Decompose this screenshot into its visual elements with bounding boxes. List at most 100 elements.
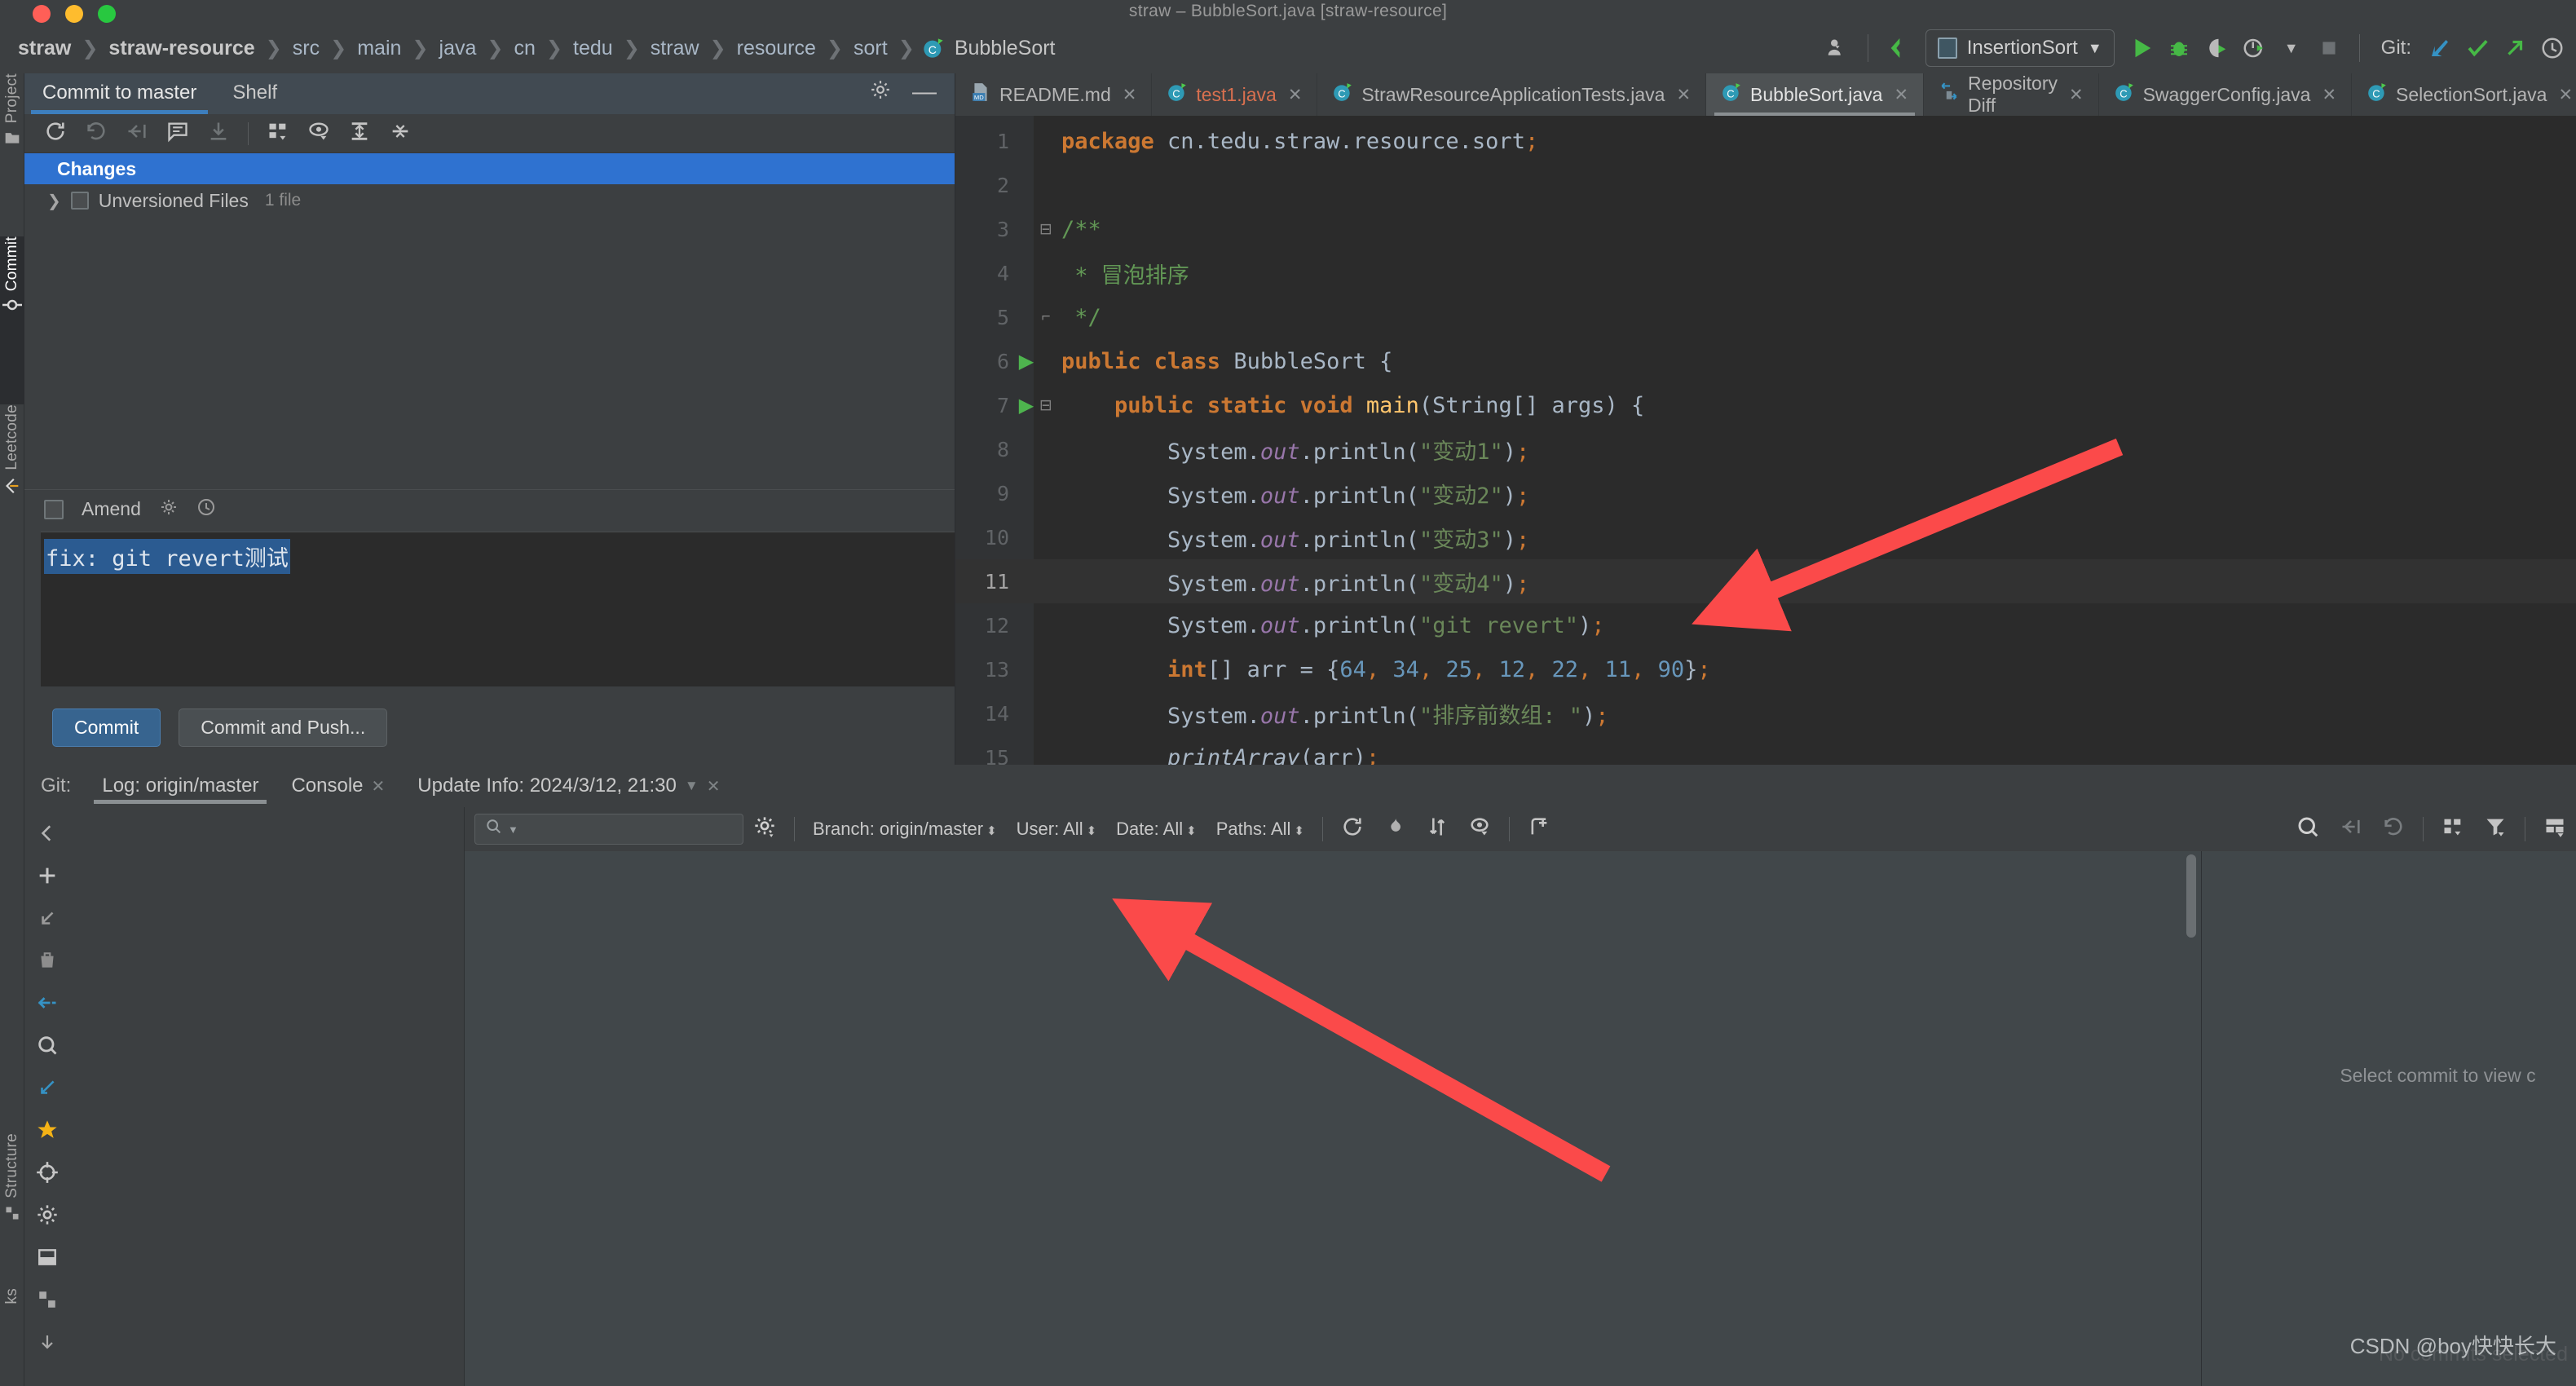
close-icon[interactable]: ✕ — [707, 776, 721, 797]
breadcrumb-item-straw-resource[interactable]: straw-resource — [105, 37, 258, 60]
editor-tab-test1-java[interactable]: Ctest1.java ✕ — [1152, 73, 1318, 116]
vcs-icon[interactable] — [24, 1278, 70, 1321]
editor-tab-strawresourceapplicationtests-java[interactable]: C StrawResourceApplicationTests.java ✕ — [1317, 73, 1707, 116]
minimize-icon[interactable]: — — [912, 79, 937, 104]
tab-console[interactable]: Console ✕ — [275, 765, 401, 807]
collapse-left-icon[interactable] — [24, 812, 70, 854]
gear-icon[interactable] — [743, 815, 786, 843]
editor-tab-bubblesort-java[interactable]: C BubbleSort.java ✕ — [1706, 73, 1925, 116]
refresh-icon[interactable] — [44, 120, 67, 147]
editor-tab-swaggerconfig-java[interactable]: C SwaggerConfig.java ✕ — [2099, 73, 2353, 116]
fold-minus-icon[interactable]: ⊟ — [1035, 396, 1056, 415]
tab-shelf[interactable]: Shelf — [214, 82, 295, 114]
git-update-icon[interactable] — [2421, 29, 2459, 67]
search-icon[interactable] — [2286, 814, 2330, 844]
close-icon[interactable]: ✕ — [372, 776, 386, 797]
changes-header[interactable]: Changes — [24, 153, 955, 184]
filter-paths[interactable]: Paths: All ⬍ — [1206, 819, 1314, 840]
commit-list[interactable] — [465, 851, 2201, 1386]
sidebar-item-leetcode[interactable]: Leetcode — [0, 404, 24, 584]
code-line[interactable]: 11 System.out.println("变动4"); — [955, 559, 2576, 603]
close-icon[interactable]: ✕ — [1123, 85, 1137, 105]
run-gutter-icon[interactable]: ▶ — [1016, 394, 1037, 417]
user-avatar-icon[interactable] — [1819, 29, 1856, 67]
search-icon[interactable] — [24, 1024, 70, 1066]
pull-icon[interactable] — [24, 897, 70, 939]
git-commit-check-icon[interactable] — [2459, 29, 2496, 67]
gear-icon[interactable] — [159, 497, 179, 522]
fold-end-icon[interactable]: ⌐ — [1035, 308, 1056, 326]
sort-icon[interactable] — [1416, 815, 1458, 843]
unversioned-checkbox[interactable] — [70, 192, 89, 210]
message-icon[interactable] — [166, 120, 189, 147]
cherry-pick-icon[interactable] — [1374, 815, 1416, 843]
code-line[interactable]: 4 * 冒泡排序 — [955, 251, 2576, 295]
columns-icon[interactable] — [2432, 815, 2474, 843]
breadcrumb-item-java[interactable]: java — [436, 37, 480, 60]
breadcrumb-item-main[interactable]: main — [354, 37, 404, 60]
code-line[interactable]: 12 System.out.println("git revert"); — [955, 603, 2576, 647]
code-line[interactable]: 15 printArray(arr); — [955, 735, 2576, 766]
code-line[interactable]: 10 System.out.println("变动3"); — [955, 515, 2576, 559]
search-dropdown-icon[interactable]: ▼ — [508, 823, 518, 836]
editor-tab-selectionsort-java[interactable]: C SelectionSort.java ✕ — [2352, 73, 2576, 116]
run-gutter-icon[interactable]: ▶ — [1016, 350, 1037, 373]
close-icon[interactable]: ✕ — [1288, 85, 1303, 105]
breadcrumb-item-tedu[interactable]: tedu — [570, 37, 616, 60]
coverage-icon[interactable] — [2198, 29, 2235, 67]
tab-log-origin-master[interactable]: Log: origin/master — [86, 765, 275, 807]
layout-icon[interactable] — [2534, 815, 2576, 843]
updates-arrow-icon[interactable] — [1880, 29, 1917, 67]
fold-minus-icon[interactable]: ⊟ — [1035, 220, 1056, 239]
collapse-all-icon[interactable] — [389, 120, 412, 147]
commit-and-push-button[interactable]: Commit and Push... — [179, 708, 388, 747]
branch-tree[interactable] — [70, 807, 465, 1386]
breadcrumb-item-straw[interactable]: straw — [15, 37, 74, 60]
profiler-icon[interactable] — [2235, 29, 2273, 67]
code-line[interactable]: 9 System.out.println("变动2"); — [955, 471, 2576, 515]
code-editor[interactable]: 1 package cn.tedu.straw.resource.sort; 2 3 ⊟… — [955, 116, 2576, 765]
git-history-icon[interactable] — [2534, 29, 2571, 67]
target-icon[interactable] — [24, 1151, 70, 1194]
history-clock-icon[interactable] — [196, 497, 216, 522]
sidebar-item-commit[interactable]: Commit — [0, 236, 24, 404]
log-scrollbar[interactable] — [2186, 854, 2196, 938]
commit-message-input[interactable]: fix: git revert测试 — [41, 532, 955, 686]
delete-icon[interactable] — [24, 939, 70, 982]
breadcrumb-item-sort[interactable]: sort — [850, 37, 891, 60]
code-line[interactable]: 7 ▶ ⊟ public static void main(String[] arg… — [955, 383, 2576, 427]
breadcrumb-item-straw[interactable]: straw — [647, 37, 703, 60]
sidebar-item-bookmarks[interactable]: ks — [0, 1288, 24, 1386]
close-icon[interactable] — [24, 1321, 70, 1363]
filter-icon[interactable] — [2474, 815, 2516, 843]
gear-icon[interactable] — [870, 79, 891, 104]
preview-icon[interactable] — [307, 120, 330, 147]
amend-checkbox[interactable] — [44, 499, 64, 519]
refresh-icon[interactable] — [1331, 815, 1374, 843]
unversioned-files-row[interactable]: ❯ Unversioned Files 1 file — [24, 184, 955, 217]
checkout-icon[interactable] — [24, 1066, 70, 1109]
code-line[interactable]: 1 package cn.tedu.straw.resource.sort; — [955, 119, 2576, 163]
debug-icon[interactable] — [2160, 29, 2198, 67]
code-line[interactable]: 13 int[] arr = {64, 34, 25, 12, 22, 11, … — [955, 647, 2576, 691]
chevron-down-icon[interactable]: ▼ — [2088, 40, 2102, 57]
breadcrumb-item-src[interactable]: src — [289, 37, 323, 60]
new-branch-icon[interactable] — [1518, 815, 1560, 843]
close-icon[interactable]: ✕ — [2322, 85, 2336, 105]
code-line[interactable]: 6 ▶ public class BubbleSort { — [955, 339, 2576, 383]
filter-user[interactable]: User: All ⬍ — [1007, 819, 1107, 840]
filter-branch[interactable]: Branch: origin/master ⬍ — [803, 819, 1007, 840]
close-icon[interactable]: ✕ — [1894, 85, 1908, 105]
favorite-star-icon[interactable] — [24, 1109, 70, 1151]
merge-icon[interactable] — [24, 982, 70, 1024]
preview-icon[interactable] — [1458, 815, 1501, 843]
sidebar-item-project[interactable]: Project — [0, 73, 24, 236]
window-icon[interactable] — [24, 1236, 70, 1278]
breadcrumb-item-resource[interactable]: resource — [734, 37, 819, 60]
sidebar-item-structure[interactable]: Structure — [0, 1133, 24, 1280]
commit-button[interactable]: Commit — [52, 708, 161, 747]
code-line[interactable]: 5 ⌐ */ — [955, 295, 2576, 339]
code-line[interactable]: 8 System.out.println("变动1"); — [955, 427, 2576, 471]
chevron-down-icon[interactable]: ▼ — [2273, 29, 2310, 67]
breadcrumb-item-cn[interactable]: cn — [511, 37, 539, 60]
